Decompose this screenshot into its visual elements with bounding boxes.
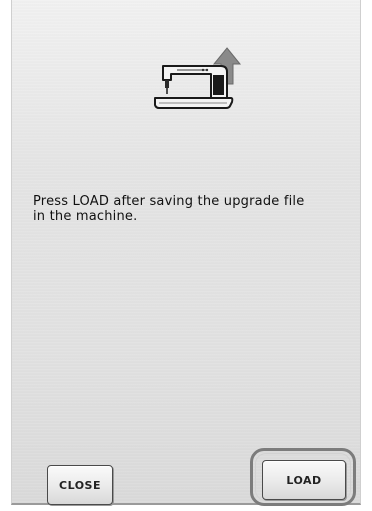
instruction-message: Press LOAD after saving the upgrade file… [33,194,305,224]
sewing-machine-upgrade-icon [147,40,243,120]
close-button[interactable]: CLOSE [47,465,113,505]
load-button[interactable]: LOAD [262,460,346,500]
upgrade-dialog-screen: Press LOAD after saving the upgrade file… [0,0,372,511]
